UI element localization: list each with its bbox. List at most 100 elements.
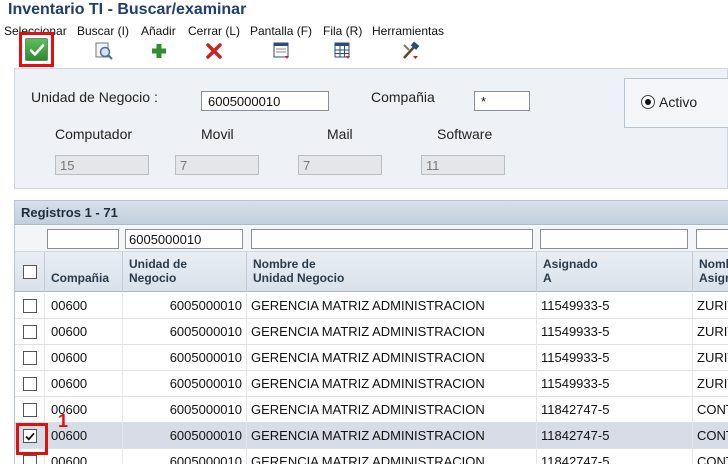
cell-asignado: 11549933-5 [537,293,693,319]
compania-input[interactable]: * [474,91,530,111]
cell-compania: 00600 [45,319,123,345]
cell-extra: ZURIT [693,371,728,397]
mail-label: Mail [327,126,353,142]
cell-nombre: GERENCIA MATRIZ ADMINISTRACION [247,293,537,319]
x-icon [203,40,225,62]
activo-label: Activo [659,94,698,110]
unidad-label: Unidad de Negocio : [31,89,158,105]
header-nombre[interactable]: Nombre de Unidad Negocio [247,252,537,292]
cell-nombre: GERENCIA MATRIZ ADMINISTRACION [247,345,537,371]
screen-label: Pantalla (F) [250,24,313,38]
select-all-checkbox[interactable] [23,265,37,279]
cell-unidad: 6005000010 [123,423,247,449]
cell-asignado: 11549933-5 [537,319,693,345]
header-extra-line1: Nomb [699,257,728,271]
row-select-cell [15,345,45,371]
filter-compania-input[interactable] [47,229,119,249]
row-select-cell [15,397,45,423]
cell-extra: ZURIT [693,345,728,371]
title-bar: Inventario TI - Buscar/examinar [0,0,728,22]
toolbar: Seleccionar Buscar (I) Añadir Cerrar (L)… [0,22,728,68]
cell-unidad: 6005000010 [123,345,247,371]
cell-compania: 00600 [45,397,123,423]
table-row[interactable]: 00600 6005000010 GERENCIA MATRIZ ADMINISTR… [15,423,728,449]
header-extra[interactable]: Nomb Asign [693,252,728,292]
movil-label: Movil [201,126,234,142]
cell-nombre: GERENCIA MATRIZ ADMINISTRACION [247,423,537,449]
cell-extra: CONT [693,397,728,423]
plus-icon [148,40,170,62]
filter-panel: Unidad de Negocio : 6005000010 Compañia … [14,68,728,189]
grid-filter-row: 6005000010 [15,226,728,252]
unidad-input[interactable]: 6005000010 [201,91,329,111]
add-label: Añadir [141,24,176,38]
filter-unidad-input[interactable]: 6005000010 [125,229,243,249]
cell-compania: 00600 [45,345,123,371]
cell-asignado: 11549933-5 [537,345,693,371]
header-asignado-line1: Asignado [543,257,598,271]
cell-unidad: 6005000010 [123,397,247,423]
computador-label: Computador [55,126,133,142]
header-asignado-line2: A [543,271,552,285]
records-count: Registros 1 - 71 [21,205,118,220]
grid-title-bar: Registros 1 - 71 [15,201,728,225]
select-check-highlight[interactable] [19,32,54,67]
row-select-cell [15,293,45,319]
records-grid: Registros 1 - 71 6005000010 Compañia Uni… [14,200,728,464]
window-title: Inventario TI - Buscar/examinar [8,1,247,18]
cell-compania: 00600 [45,371,123,397]
compania-label: Compañia [371,89,435,105]
row-checkbox[interactable] [23,351,37,365]
header-nombre-line1: Nombre de [253,257,316,271]
row-checkbox[interactable] [23,325,37,339]
grid-header-row: Compañia Unidad de Negocio Nombre de Uni… [15,252,728,292]
cell-nombre: GERENCIA MATRIZ ADMINISTRACION [247,397,537,423]
cell-extra: ZURIT [693,319,728,345]
header-unidad-line1: Unidad de [129,257,188,271]
mail-count: 7 [298,155,382,175]
row-select-cell [15,371,45,397]
header-extra-line2: Asign [699,271,728,285]
screen-icon [271,40,293,62]
table-row[interactable]: 00600 6005000010 GERENCIA MATRIZ ADMINISTR… [15,397,728,423]
table-row[interactable]: 00600 6005000010 GERENCIA MATRIZ ADMINISTR… [15,293,728,319]
cell-extra: CONT [693,449,728,464]
row-checkbox[interactable] [23,455,37,464]
activo-radio[interactable] [641,95,655,109]
table-row[interactable]: 00600 6005000010 GERENCIA MATRIZ ADMINISTR… [15,319,728,345]
table-row[interactable]: 00600 6005000010 GERENCIA MATRIZ ADMINISTR… [15,371,728,397]
header-unidad-line2: Negocio [129,271,177,285]
cell-extra: CONT [693,423,728,449]
row-checkbox[interactable] [23,403,37,417]
movil-count: 7 [175,155,259,175]
computador-count: 15 [55,155,149,175]
row-select-cell [15,319,45,345]
check-icon[interactable] [25,38,48,61]
filter-extra-input[interactable] [696,229,728,249]
cell-asignado: 11842747-5 [537,449,693,464]
cell-compania: 00600 [45,449,123,464]
table-row[interactable]: 00600 6005000010 GERENCIA MATRIZ ADMINISTR… [15,345,728,371]
table-row[interactable]: 00600 6005000010 GERENCIA MATRIZ ADMINISTR… [15,449,728,464]
cell-asignado: 11549933-5 [537,371,693,397]
header-unidad[interactable]: Unidad de Negocio [123,252,247,292]
row-checkbox[interactable] [23,377,37,391]
header-compania[interactable]: Compañia [45,252,123,292]
row-checkbox-highlight [16,423,48,455]
software-label: Software [437,126,493,142]
cell-asignado: 11842747-5 [537,397,693,423]
status-radio-group: Activo [624,78,728,128]
row-grid-icon [332,40,354,62]
header-nombre-line2: Unidad Negocio [253,271,345,285]
cell-unidad: 6005000010 [123,371,247,397]
header-asignado[interactable]: Asignado A [537,252,693,292]
filter-asignado-input[interactable] [540,229,688,249]
cell-unidad: 6005000010 [123,293,247,319]
annotation-1: 1 [58,411,69,431]
filter-nombre-input[interactable] [251,229,533,249]
find-label: Buscar (I) [77,24,130,38]
row-checkbox[interactable] [23,299,37,313]
cell-nombre: GERENCIA MATRIZ ADMINISTRACION [247,319,537,345]
software-count: 11 [421,155,505,175]
row-label: Fila (R) [323,24,363,38]
